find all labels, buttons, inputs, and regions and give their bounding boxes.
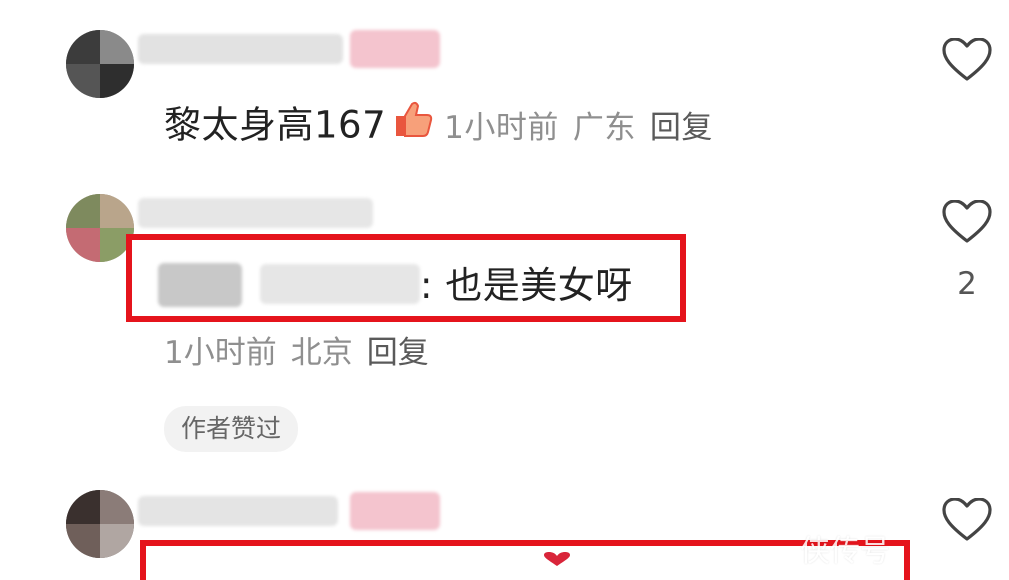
comment-time: 1小时前 (164, 335, 277, 371)
heart-emoji-icon (544, 552, 570, 566)
user-badge-blurred (350, 30, 440, 68)
heart-icon[interactable] (942, 200, 992, 244)
user-badge-blurred (350, 492, 440, 530)
avatar[interactable] (66, 490, 134, 558)
username-blurred[interactable] (138, 198, 373, 228)
comment-meta: 1小时前 北京 回复 (164, 333, 439, 373)
author-liked-badge: 作者赞过 (164, 406, 299, 452)
username-blurred[interactable] (138, 496, 338, 526)
like-count: 2 (957, 266, 977, 302)
mention-blurred (158, 263, 242, 307)
heart-icon[interactable] (942, 498, 992, 542)
comment-location: 广东 (572, 109, 636, 146)
watermark: 侠传号 (800, 534, 890, 569)
username-blurred[interactable] (138, 34, 343, 64)
comment-location: 北京 (290, 335, 353, 371)
thumbs-up-icon (390, 100, 434, 148)
comment-time: 1小时前 (444, 109, 559, 146)
comment-text: : 也是美女呀 (420, 264, 633, 307)
avatar[interactable] (66, 30, 134, 98)
mention-blurred (260, 264, 420, 304)
reply-button[interactable]: 回复 (367, 335, 429, 371)
avatar[interactable] (66, 194, 134, 262)
heart-icon[interactable] (942, 38, 992, 82)
highlight-box (140, 540, 910, 580)
comment-text: 黎太身高167 1小时前 广东 回复 (164, 100, 713, 154)
reply-button[interactable]: 回复 (650, 110, 713, 146)
